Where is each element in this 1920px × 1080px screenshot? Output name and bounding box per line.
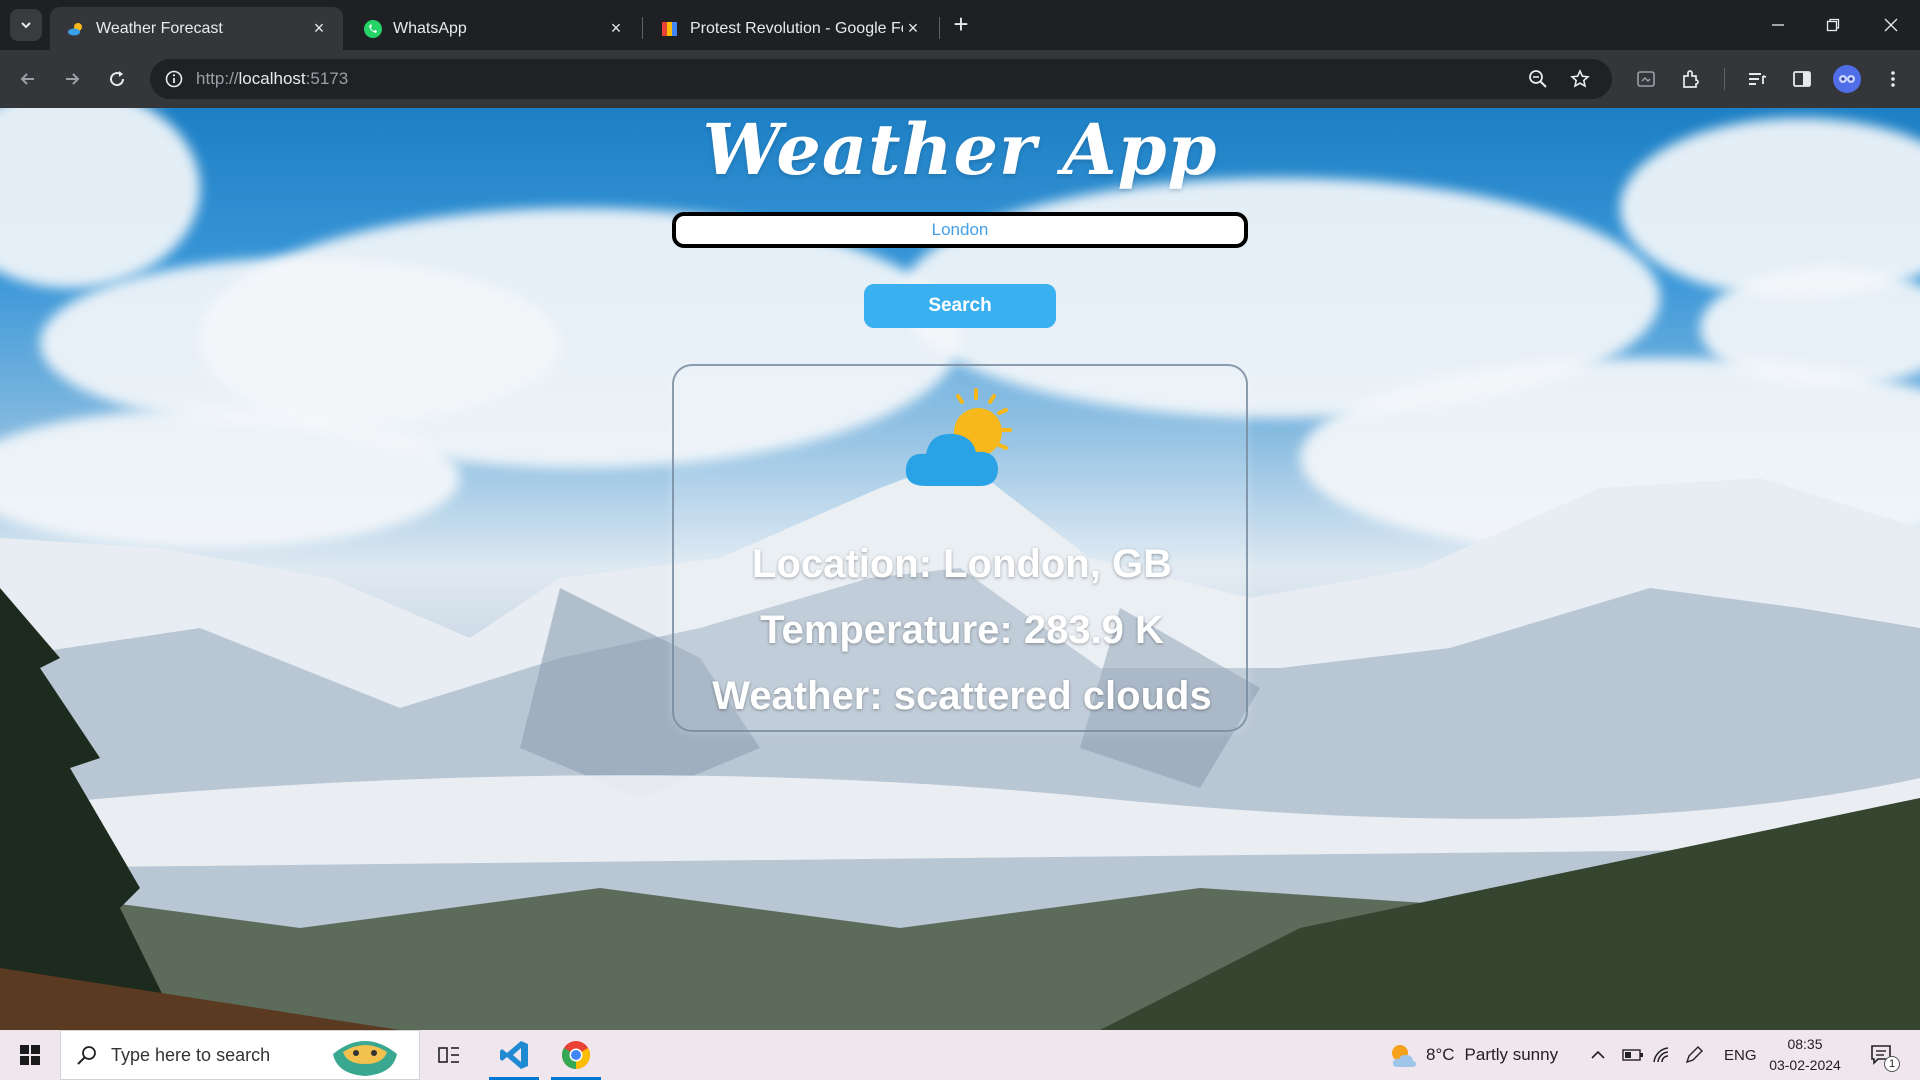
browser-menu-icon[interactable]: [1877, 63, 1909, 95]
taskbar-search-box[interactable]: Type here to search: [60, 1030, 420, 1080]
minimize-icon: [1772, 24, 1784, 26]
close-icon: [1884, 18, 1898, 32]
extensions-icon[interactable]: [1675, 63, 1707, 95]
notification-center-button[interactable]: 1: [1870, 1030, 1900, 1080]
restore-button[interactable]: [1810, 0, 1856, 50]
battery-status[interactable]: [1622, 1030, 1644, 1080]
zoom-icon[interactable]: [1526, 67, 1550, 91]
forward-button[interactable]: [56, 63, 88, 95]
tab-whatsapp[interactable]: WhatsApp ×: [347, 7, 640, 50]
location-text: Location: London, GB: [752, 542, 1172, 586]
weather-widget[interactable]: 8°C Partly sunny: [1388, 1030, 1558, 1080]
pen-menu-button[interactable]: [1684, 1030, 1704, 1080]
show-hidden-icons-button[interactable]: [1590, 1030, 1606, 1080]
task-view-icon: [438, 1047, 459, 1063]
start-button[interactable]: [0, 1030, 60, 1080]
tab-title: Protest Revolution - Google For: [690, 19, 903, 37]
language-indicator[interactable]: ENG: [1724, 1030, 1757, 1080]
google-lens-icon[interactable]: [1630, 63, 1662, 95]
media-controls-icon[interactable]: [1741, 63, 1773, 95]
forms-favicon-icon: [660, 19, 680, 39]
tab-separator: [642, 17, 643, 39]
clock[interactable]: 08:35 03-02-2024: [1760, 1034, 1850, 1076]
tab-title: Weather Forecast: [96, 19, 223, 37]
close-tab-icon[interactable]: ×: [903, 18, 923, 39]
back-button[interactable]: [12, 63, 44, 95]
weather-temperature: 8°C: [1426, 1045, 1455, 1064]
avatar-icon: [1839, 75, 1855, 83]
vscode-icon: [500, 1041, 528, 1069]
toolbar-separator: [1724, 68, 1725, 90]
weather-description: Partly sunny: [1464, 1045, 1559, 1064]
task-view-button[interactable]: [420, 1030, 478, 1080]
windows-logo-icon: [20, 1045, 40, 1065]
url-text: http://localhost:5173: [196, 69, 349, 88]
partly-cloudy-icon: [905, 388, 1012, 486]
tab-search-button[interactable]: [10, 9, 42, 41]
bookmark-star-icon[interactable]: [1568, 67, 1592, 91]
search-placeholder: Type here to search: [111, 1045, 271, 1065]
clock-date: 03-02-2024: [1769, 1057, 1841, 1073]
partly-sunny-icon: [1392, 1045, 1417, 1067]
site-info-icon[interactable]: [162, 67, 186, 91]
minimize-button[interactable]: [1755, 0, 1801, 50]
vscode-taskbar-button[interactable]: [485, 1030, 543, 1080]
clock-time: 08:35: [1787, 1036, 1823, 1052]
browser-tab-strip: Weather Forecast × WhatsApp × Protest Re…: [0, 0, 1920, 50]
page-viewport: Weather App Search Location: London, GB …: [0, 108, 1920, 1030]
arrow-right-icon: [66, 73, 80, 85]
battery-icon: [1622, 1049, 1643, 1061]
browser-toolbar: http://localhost:5173: [0, 50, 1920, 108]
wifi-icon: [1653, 1047, 1669, 1063]
chevron-down-icon: [21, 22, 31, 29]
weather-description-text: Weather: scattered clouds: [712, 674, 1212, 718]
close-tab-icon[interactable]: ×: [309, 18, 329, 39]
whatsapp-icon: [363, 19, 383, 39]
notification-badge: 1: [1884, 1056, 1900, 1072]
close-window-button[interactable]: [1868, 0, 1914, 50]
profile-avatar[interactable]: [1833, 65, 1861, 93]
tab-google-forms[interactable]: Protest Revolution - Google For ×: [644, 7, 937, 50]
pen-icon: [1685, 1046, 1703, 1064]
restore-icon: [1826, 18, 1840, 32]
chevron-up-icon: [1591, 1050, 1605, 1059]
weather-favicon-icon: [66, 19, 86, 39]
search-icon: [77, 1046, 96, 1065]
tab-separator: [939, 17, 940, 39]
reload-icon: [110, 71, 125, 87]
chrome-icon: [562, 1041, 590, 1069]
app-title: Weather App: [702, 108, 1218, 191]
side-panel-icon[interactable]: [1786, 63, 1818, 95]
address-bar[interactable]: http://localhost:5173: [150, 59, 1612, 99]
close-tab-icon[interactable]: ×: [606, 18, 626, 39]
temperature-text: Temperature: 283.9 K: [760, 608, 1164, 652]
new-tab-button[interactable]: +: [948, 11, 974, 38]
windows-taskbar: Type here to search 8°C Partly sunny ENG…: [0, 1030, 1920, 1080]
city-search-input[interactable]: [672, 212, 1248, 248]
tab-title: WhatsApp: [393, 19, 467, 37]
chrome-taskbar-button[interactable]: [547, 1030, 605, 1080]
arrow-left-icon: [20, 73, 34, 85]
search-highlight-mask-icon: [333, 1041, 397, 1076]
tab-weather-forecast[interactable]: Weather Forecast ×: [50, 7, 343, 50]
network-status[interactable]: [1652, 1030, 1672, 1080]
weather-card: Location: London, GB Temperature: 283.9 …: [672, 364, 1248, 732]
search-button[interactable]: Search: [864, 284, 1056, 328]
reload-button[interactable]: [101, 63, 133, 95]
